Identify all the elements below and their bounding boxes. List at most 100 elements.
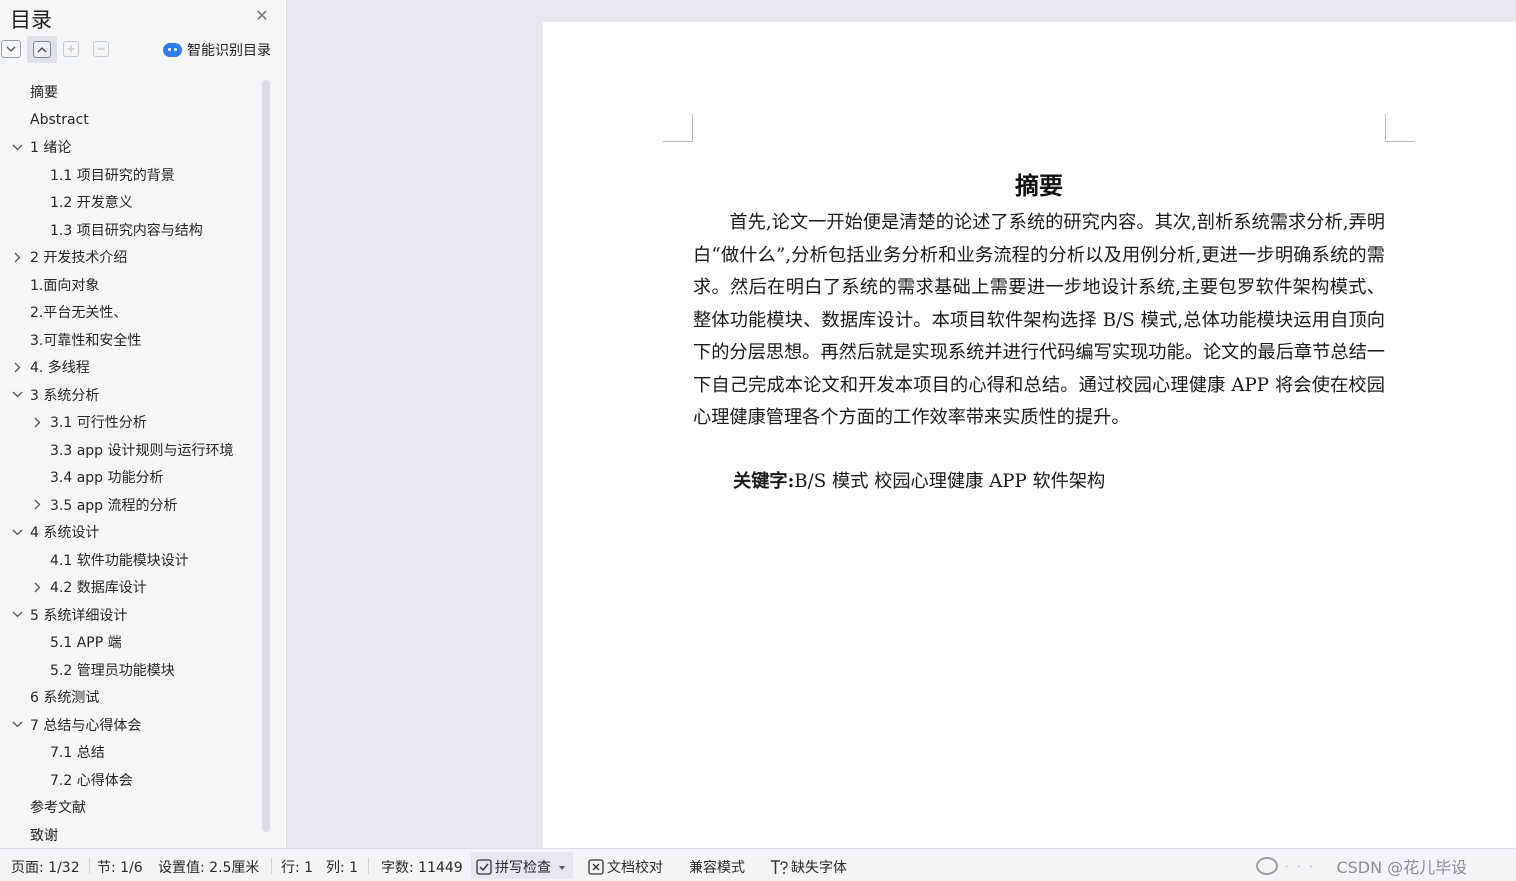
divider [89, 858, 90, 874]
keywords-label: 关键字: [733, 471, 795, 492]
toc-item[interactable]: 7.1 总结 [50, 739, 244, 765]
toc-item-label: 致谢 [30, 827, 58, 844]
page-indicator[interactable]: 页面: 1/32 [11, 857, 80, 877]
setting-indicator[interactable]: 设置值: 2.5厘米 [158, 857, 259, 877]
spell-check[interactable]: 拼写检查 [476, 857, 569, 877]
toc-item[interactable]: 2 开发技术介绍 [14, 244, 244, 270]
toc-item[interactable]: 4.2 数据库设计 [34, 574, 244, 600]
chevron-right-icon[interactable] [31, 499, 43, 511]
chevron-right-icon[interactable] [31, 416, 43, 428]
divider [271, 858, 272, 874]
toc-item[interactable]: 4 系统设计 [12, 519, 244, 545]
collapse-all-button[interactable] [1, 40, 21, 58]
expand-all-button[interactable] [33, 41, 51, 58]
chevron-right-icon[interactable] [11, 361, 23, 373]
chevron-right-icon[interactable] [11, 251, 23, 263]
document-heading: 摘要 [1015, 171, 1063, 200]
section-indicator[interactable]: 节: 1/6 [97, 857, 143, 877]
toc-item-label: 2 开发技术介绍 [30, 250, 128, 266]
toc-item[interactable]: Abstract [30, 107, 244, 133]
toc-item-label: 6 系统测试 [30, 690, 100, 706]
margin-mark-top-left [663, 114, 693, 142]
toc-item-label: 1.2 开发意义 [50, 195, 133, 211]
toc-item[interactable]: 3.1 可行性分析 [34, 409, 244, 435]
toc-item[interactable]: 3.4 app 功能分析 [50, 464, 244, 490]
toc-item[interactable]: 3.5 app 流程的分析 [34, 492, 244, 518]
toc-item[interactable]: 1 绪论 [12, 134, 244, 160]
collapse-level-button[interactable] [93, 41, 109, 57]
column-indicator[interactable]: 列: 1 [326, 857, 358, 877]
watermark: · · · CSDN @花儿毕设 [1256, 854, 1467, 878]
font-question-icon [771, 860, 788, 874]
missing-font-label: 缺失字体 [791, 860, 847, 876]
toc-item-label: 1 绪论 [30, 140, 72, 156]
minus-icon [97, 48, 105, 50]
toc-item[interactable]: 摘要 [30, 79, 244, 105]
toc-item-label: 3.4 app 功能分析 [50, 470, 164, 486]
missing-font-button[interactable]: 缺失字体 [770, 857, 847, 877]
toc-item-label: 参考文献 [30, 800, 86, 816]
toc-item-label: 3 系统分析 [30, 387, 100, 404]
toc-item-label: 3.3 app 设计规则与运行环境 [50, 442, 234, 459]
toc-item[interactable]: 1.2 开发意义 [50, 189, 244, 215]
watermark-text: CSDN @花儿毕设 [1336, 858, 1468, 877]
proofread-icon [588, 859, 604, 875]
ai-assistant-icon [163, 43, 182, 57]
toc-item[interactable]: 7.2 心得体会 [50, 767, 244, 793]
toc-item-label: 7.2 心得体会 [50, 772, 133, 789]
document-page[interactable]: 摘要 首先,论文一开始便是清楚的论述了系统的研究内容。其次,剖析系统需求分析,弄… [543, 22, 1516, 848]
toc-item-label: 2.平台无关性、 [30, 305, 128, 321]
toc-item-label: 摘要 [30, 85, 58, 101]
toc-item-label: 4. 多线程 [30, 360, 90, 376]
toc-item[interactable]: 3 系统分析 [12, 382, 244, 408]
toc-item[interactable]: 1.面向对象 [30, 272, 244, 298]
toc-item-label: 3.1 可行性分析 [50, 415, 147, 431]
expand-all-button-wrap[interactable] [27, 36, 57, 63]
toc-item-label: 3.可靠性和安全性 [30, 332, 142, 349]
toc-item[interactable]: 5.2 管理员功能模块 [50, 657, 244, 683]
close-icon[interactable]: ✕ [253, 7, 271, 25]
toc-item[interactable]: 7 总结与心得体会 [12, 712, 244, 738]
expand-level-button[interactable] [63, 41, 79, 57]
smart-toc-label: 智能识别目录 [187, 43, 271, 59]
toc-item[interactable]: 3.3 app 设计规则与运行环境 [50, 437, 244, 463]
toc-item-label: 7.1 总结 [50, 745, 105, 761]
toc-item-label: 4.1 软件功能模块设计 [50, 552, 189, 569]
word-count[interactable]: 字数: 11449 [381, 857, 463, 877]
document-paragraph: 首先,论文一开始便是清楚的论述了系统的研究内容。其次,剖析系统需求分析,弄明白“… [693, 212, 1385, 428]
toc-item-label: 5 系统详细设计 [30, 607, 128, 624]
toc-item[interactable]: 4. 多线程 [14, 354, 244, 380]
toc-item[interactable]: 参考文献 [30, 794, 244, 820]
toc-item[interactable]: 2.平台无关性、 [30, 299, 244, 325]
chevron-down-icon[interactable] [11, 526, 23, 538]
doc-proof-button[interactable]: 文档校对 [588, 857, 663, 877]
compat-mode[interactable]: 兼容模式 [689, 857, 745, 877]
weibo-icon [1256, 857, 1278, 875]
smart-toc-button[interactable]: 智能识别目录 [163, 40, 271, 60]
row-indicator[interactable]: 行: 1 [281, 857, 313, 877]
toc-item-label: 5.1 APP 端 [50, 635, 122, 651]
plus-icon [67, 45, 75, 53]
toc-item[interactable]: 1.3 项目研究内容与结构 [50, 217, 244, 243]
toc-item-label: 1.3 项目研究内容与结构 [50, 222, 203, 239]
toc-item[interactable]: 3.可靠性和安全性 [30, 327, 244, 353]
chevron-down-icon[interactable] [11, 719, 23, 731]
chevron-down-icon[interactable] [11, 389, 23, 401]
toc-item[interactable]: 5 系统详细设计 [12, 602, 244, 628]
chevron-down-icon [6, 46, 16, 52]
toc-item-label: 7 总结与心得体会 [30, 717, 142, 734]
toc-item[interactable]: 4.1 软件功能模块设计 [50, 547, 244, 573]
toc-item[interactable]: 1.1 项目研究的背景 [50, 162, 244, 188]
document-area: 摘要 首先,论文一开始便是清楚的论述了系统的研究内容。其次,剖析系统需求分析,弄… [288, 0, 1516, 848]
document-keywords: 关键字:B/S 模式 校园心理健康 APP 软件架构 [733, 466, 1105, 498]
sidebar-title: 目录 [10, 8, 52, 32]
toc-item[interactable]: 5.1 APP 端 [50, 629, 244, 655]
chevron-down-icon[interactable] [11, 141, 23, 153]
margin-mark-top-right [1385, 114, 1415, 142]
toc-item[interactable]: 6 系统测试 [30, 684, 244, 710]
toc-item-label: 5.2 管理员功能模块 [50, 662, 175, 679]
chevron-down-icon[interactable] [11, 609, 23, 621]
chevron-right-icon[interactable] [31, 581, 43, 593]
toc-scrollbar[interactable] [262, 80, 270, 832]
toc-item[interactable]: 致谢 [30, 822, 244, 848]
